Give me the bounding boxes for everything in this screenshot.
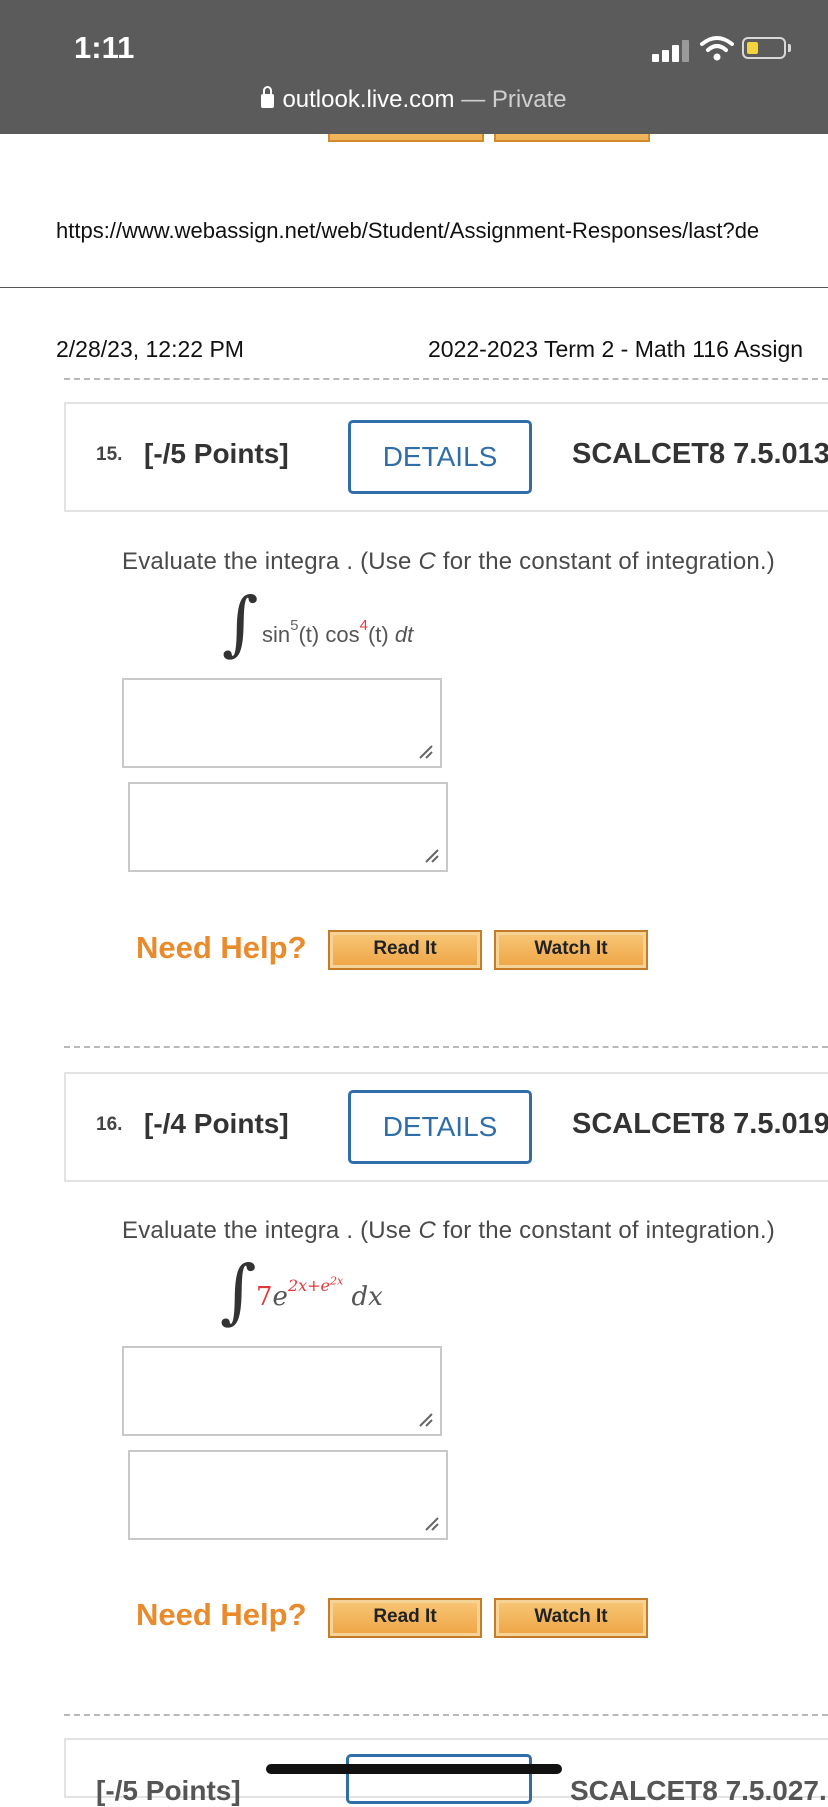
address-host: outlook.live.com bbox=[282, 86, 455, 113]
integrand-func-2: cos bbox=[325, 622, 360, 647]
question-points: [-/4 Points] bbox=[144, 1108, 289, 1139]
question-points: [-/5 Points] bbox=[144, 438, 289, 469]
resize-grip-icon[interactable] bbox=[422, 1514, 440, 1532]
lock-icon bbox=[261, 86, 275, 108]
read-it-button[interactable]: Read It bbox=[328, 930, 482, 970]
browser-top-bar: 1:11 outlook.live.com — Private bbox=[0, 0, 828, 134]
resize-grip-icon[interactable] bbox=[416, 1410, 434, 1428]
integrand-16: 7e2x+e2x dx bbox=[256, 1275, 383, 1312]
integrand-exponent-main: 2x+e bbox=[287, 1276, 331, 1295]
section-divider bbox=[64, 378, 828, 380]
prompt-constant: C bbox=[418, 548, 436, 575]
question-number: 15. bbox=[96, 444, 123, 465]
resize-grip-icon[interactable] bbox=[416, 742, 434, 760]
question-prompt: Evaluate the integra . (Use C for the co… bbox=[122, 548, 775, 576]
integrand-exponent: 2x+e2x bbox=[287, 1274, 344, 1295]
details-button[interactable]: DETAILS bbox=[348, 1090, 532, 1164]
integrand-15: sin5(t) cos4(t) dt bbox=[262, 617, 414, 648]
section-divider bbox=[64, 1046, 828, 1048]
integrand-arg-1: (t) bbox=[298, 622, 326, 647]
prompt-text-before: Evaluate the integra . (Use bbox=[122, 1217, 419, 1244]
private-label: — Private bbox=[461, 86, 567, 113]
integrand-power-2: 4 bbox=[359, 617, 368, 634]
watch-it-button[interactable]: Watch It bbox=[494, 930, 648, 970]
question-header-15: 15. [-/5 Points] DETAILS SCALCET8 7.5.01… bbox=[64, 402, 828, 512]
battery-icon bbox=[742, 37, 786, 59]
integrand-base: e bbox=[272, 1282, 288, 1312]
prompt-text-after: for the constant of integration.) bbox=[435, 1217, 775, 1244]
integral-sign: ∫ bbox=[222, 582, 259, 664]
printed-date: 2/28/23, 12:22 PM bbox=[56, 336, 244, 362]
battery-tip bbox=[788, 44, 791, 52]
signal-icon bbox=[652, 38, 692, 62]
integrand-differential: dx bbox=[351, 1282, 383, 1312]
printed-page-url: https://www.webassign.net/web/Student/As… bbox=[56, 218, 760, 243]
integrand-power-1: 5 bbox=[290, 617, 299, 634]
integrand-differential: dt bbox=[394, 622, 414, 647]
read-it-button[interactable]: Read It bbox=[328, 1598, 482, 1638]
assignment-title: 2022-2023 Term 2 - Math 116 Assign bbox=[428, 336, 804, 362]
section-divider bbox=[64, 1714, 828, 1716]
address-bar[interactable]: outlook.live.com — Private bbox=[0, 86, 828, 114]
question-code: SCALCET8 7.5.013. bbox=[572, 438, 828, 470]
question-code-peek: SCALCET8 7.5.027. bbox=[570, 1775, 827, 1806]
answer-input-secondary[interactable] bbox=[128, 782, 448, 872]
prompt-constant: C bbox=[418, 1217, 436, 1244]
integrand-arg-2: (t) bbox=[367, 622, 395, 647]
integrand-func-1: sin bbox=[262, 622, 291, 647]
need-help-label: Need Help? bbox=[136, 930, 307, 965]
answer-input[interactable] bbox=[122, 678, 442, 768]
question-points-peek: [-/5 Points] bbox=[96, 1775, 241, 1806]
answer-input[interactable] bbox=[122, 1346, 442, 1436]
integral-sign: ∫ bbox=[220, 1250, 257, 1332]
home-indicator[interactable] bbox=[266, 1764, 562, 1774]
answer-input-secondary[interactable] bbox=[128, 1450, 448, 1540]
question-prompt: Evaluate the integra . (Use C for the co… bbox=[122, 1217, 775, 1245]
integrand-coefficient: 7 bbox=[256, 1282, 273, 1312]
question-header-16: 16. [-/4 Points] DETAILS SCALCET8 7.5.01… bbox=[64, 1072, 828, 1182]
wifi-icon bbox=[700, 36, 734, 61]
watch-it-button[interactable]: Watch It bbox=[494, 1598, 648, 1638]
prompt-text-after: for the constant of integration.) bbox=[435, 548, 775, 575]
status-time: 1:11 bbox=[74, 30, 135, 65]
question-number: 16. bbox=[96, 1114, 123, 1135]
details-button[interactable]: DETAILS bbox=[348, 420, 532, 494]
resize-grip-icon[interactable] bbox=[422, 846, 440, 864]
integrand-exponent-power: 2x bbox=[330, 1274, 344, 1288]
header-divider bbox=[0, 287, 828, 288]
question-code: SCALCET8 7.5.019. bbox=[572, 1108, 828, 1140]
details-button-peek[interactable] bbox=[346, 1754, 532, 1804]
prompt-text-before: Evaluate the integra . (Use bbox=[122, 548, 419, 575]
need-help-label: Need Help? bbox=[136, 1597, 307, 1632]
